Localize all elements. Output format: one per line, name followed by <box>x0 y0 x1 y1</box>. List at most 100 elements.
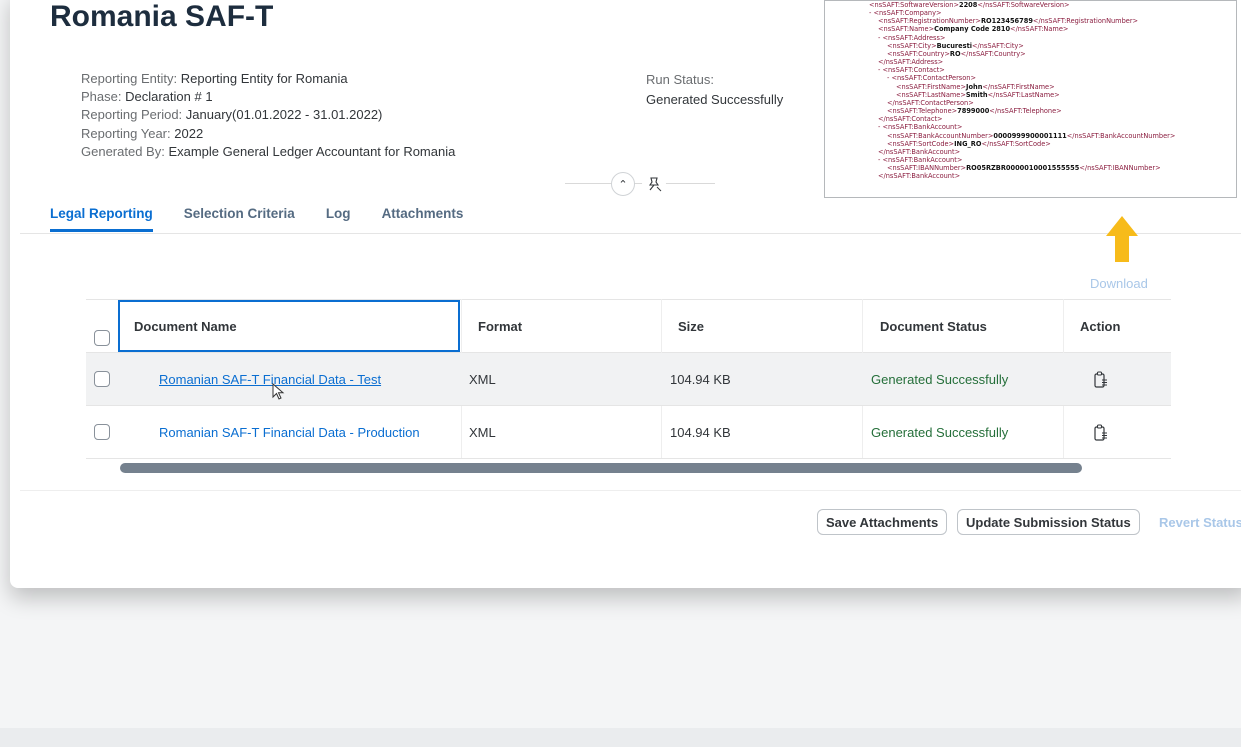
xml-value: John <box>966 82 983 91</box>
xml-line: </nsSAFT:Address> <box>829 58 1232 66</box>
meta-generated-by: Generated By: Example General Ledger Acc… <box>81 143 455 161</box>
pin-header-button[interactable] <box>642 172 666 196</box>
chevron-up-icon: ⌃ <box>618 178 628 191</box>
xml-tag: </nsSAFT:SoftwareVersion> <box>977 1 1070 9</box>
xml-value: ING_RO <box>954 139 982 148</box>
run-status-label: Run Status: <box>646 72 714 87</box>
xml-tag: <nsSAFT:Country> <box>887 49 950 58</box>
xml-line: </nsSAFT:Contact> <box>829 115 1232 123</box>
xml-tag: <nsSAFT:SoftwareVersion> <box>869 1 959 9</box>
column-header-size[interactable]: Size <box>678 300 704 353</box>
tab-legal-reporting[interactable]: Legal Reporting <box>50 206 153 232</box>
save-attachments-button[interactable]: Save Attachments <box>817 509 948 535</box>
xml-value: 0000999900001111 <box>993 131 1067 140</box>
xml-tag: <nsSAFT:RegistrationNumber> <box>878 17 981 26</box>
xml-tag: <nsSAFT:LastName> <box>896 90 966 99</box>
xml-preview: <nsSAFT:SoftwareVersion>2208</nsSAFT:Sof… <box>824 0 1237 198</box>
xml-line: <nsSAFT:SortCode>ING_RO</nsSAFT:SortCode… <box>829 140 1232 148</box>
meta-label: Reporting Year: <box>81 125 171 141</box>
update-submission-status-button[interactable]: Update Submission Status <box>957 509 1140 535</box>
run-status-value: Generated Successfully <box>646 92 784 107</box>
clipboard-icon <box>1094 371 1107 388</box>
xml-value: RO123456789 <box>980 17 1033 26</box>
xml-tag: </nsSAFT:BankAccountNumber> <box>1066 131 1176 140</box>
action-button[interactable] <box>1094 353 1108 406</box>
select-all-checkbox[interactable] <box>94 330 110 346</box>
row-checkbox[interactable] <box>94 424 110 440</box>
tab-bar: Legal Reporting Selection Criteria Log A… <box>50 206 494 232</box>
xml-tag: - <nsSAFT:ContactPerson> <box>887 74 976 83</box>
xml-tag: </nsSAFT:City> <box>972 41 1024 50</box>
tab-log[interactable]: Log <box>326 206 351 232</box>
meta-reporting-entity: Reporting Entity: Reporting Entity for R… <box>81 70 455 88</box>
meta-value: Example General Ledger Accountant for Ro… <box>168 143 456 159</box>
header-attributes: Reporting Entity: Reporting Entity for R… <box>81 70 455 161</box>
xml-line: - <nsSAFT:ContactPerson> <box>829 74 1232 82</box>
xml-line: - <nsSAFT:Company> <box>829 9 1232 17</box>
xml-line: <nsSAFT:SoftwareVersion>2208</nsSAFT:Sof… <box>829 1 1232 9</box>
xml-value: Bucuresti <box>936 41 972 50</box>
run-status: Run Status: Generated Successfully <box>646 70 783 110</box>
meta-reporting-year: Reporting Year: 2022 <box>81 125 455 143</box>
meta-value: Declaration # 1 <box>125 89 213 105</box>
xml-line: <nsSAFT:IBANNumber>RO05RZBR0000010001555… <box>829 164 1232 172</box>
column-header-document-status[interactable]: Document Status <box>880 300 987 353</box>
xml-tag: </nsSAFT:SortCode> <box>981 139 1051 148</box>
meta-label: Reporting Entity: <box>81 71 178 86</box>
document-link[interactable]: Romanian SAF-T Financial Data - Producti… <box>159 406 420 459</box>
arrow-up-icon <box>1106 216 1138 268</box>
table-row[interactable]: Romanian SAF-T Financial Data - Test XML… <box>86 353 1171 406</box>
xml-tag: <nsSAFT:SortCode> <box>887 139 955 148</box>
meta-value: January(01.01.2022 - 31.01.2022) <box>185 107 383 123</box>
header-divider <box>565 183 715 184</box>
xml-tag: </nsSAFT:Telephone> <box>989 107 1062 116</box>
meta-label: Reporting Period: <box>81 107 183 123</box>
xml-line: <nsSAFT:Name>Company Code 2810</nsSAFT:N… <box>829 25 1232 33</box>
xml-line: <nsSAFT:RegistrationNumber>RO123456789</… <box>829 17 1232 25</box>
focused-cell-outline <box>118 300 460 352</box>
xml-value: Company Code 2810 <box>934 25 1011 34</box>
document-status: Generated Successfully <box>871 372 1009 387</box>
xml-tag: </nsSAFT:Name> <box>1010 25 1069 34</box>
document-size: 104.94 KB <box>670 372 731 387</box>
xml-tag: <nsSAFT:City> <box>887 41 937 50</box>
page-bottom-band <box>0 728 1241 747</box>
xml-tag: <nsSAFT:IBANNumber> <box>887 164 967 173</box>
document-link[interactable]: Romanian SAF-T Financial Data - Test <box>159 353 381 406</box>
xml-line: <nsSAFT:City>Bucuresti</nsSAFT:City> <box>829 42 1232 50</box>
xml-tag: <nsSAFT:FirstName> <box>896 82 967 91</box>
horizontal-scrollbar[interactable] <box>120 463 1082 473</box>
xml-tag: </nsSAFT:Address> <box>878 58 944 67</box>
column-header-format[interactable]: Format <box>478 300 522 353</box>
xml-tag: </nsSAFT:BankAccount> <box>878 172 961 181</box>
pin-icon <box>648 177 662 192</box>
meta-phase: Phase: Declaration # 1 <box>81 88 455 106</box>
xml-value: RO <box>949 49 961 58</box>
xml-line: <nsSAFT:FirstName>John</nsSAFT:FirstName… <box>829 83 1232 91</box>
meta-value: Reporting Entity for Romania <box>180 71 348 86</box>
page-title: Romania SAF-T <box>50 0 274 33</box>
xml-tag: - <nsSAFT:BankAccount> <box>878 155 963 164</box>
xml-value: Smith <box>965 90 988 99</box>
xml-tag: - <nsSAFT:Contact> <box>878 66 945 75</box>
tab-selection-criteria[interactable]: Selection Criteria <box>184 206 295 232</box>
row-checkbox[interactable] <box>94 371 110 387</box>
xml-value: RO05RZBR0000010001555555 <box>966 164 1080 173</box>
xml-tag: </nsSAFT:LastName> <box>987 90 1060 99</box>
xml-line: - <nsSAFT:BankAccount> <box>829 156 1232 164</box>
revert-status-button[interactable]: Revert Status <box>1151 509 1241 535</box>
xml-tag: </nsSAFT:RegistrationNumber> <box>1032 17 1139 26</box>
action-button[interactable] <box>1094 406 1108 459</box>
xml-line: - <nsSAFT:BankAccount> <box>829 123 1232 131</box>
download-button[interactable]: Download <box>1090 276 1148 291</box>
clipboard-icon <box>1094 424 1107 441</box>
xml-line: </nsSAFT:BankAccount> <box>829 172 1232 180</box>
xml-line: - <nsSAFT:Contact> <box>829 66 1232 74</box>
tab-attachments[interactable]: Attachments <box>382 206 464 232</box>
table-row[interactable]: Romanian SAF-T Financial Data - Producti… <box>86 406 1171 459</box>
xml-tag: </nsSAFT:IBANNumber> <box>1079 164 1161 173</box>
meta-reporting-period: Reporting Period: January(01.01.2022 - 3… <box>81 106 455 124</box>
collapse-header-button[interactable]: ⌃ <box>611 172 635 196</box>
xml-line: <nsSAFT:LastName>Smith</nsSAFT:LastName> <box>829 91 1232 99</box>
xml-tag: </nsSAFT:BankAccount> <box>878 147 961 156</box>
